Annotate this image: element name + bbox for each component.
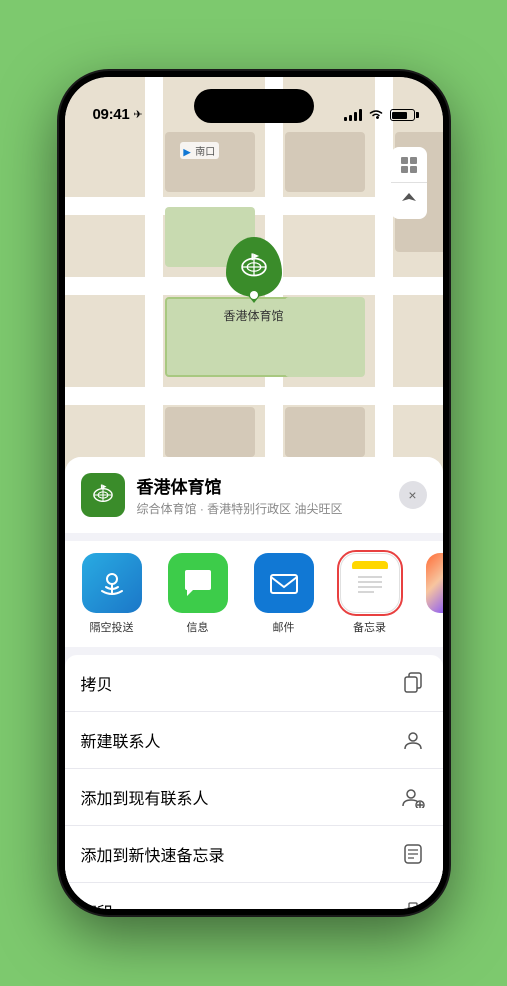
status-icons xyxy=(344,107,415,123)
print-icon xyxy=(399,897,427,909)
map-block xyxy=(165,407,255,457)
map-controls xyxy=(391,147,427,219)
map-label-south: ▶ 南口 xyxy=(180,142,220,159)
signal-bar-3 xyxy=(354,112,357,121)
location-icon-bg xyxy=(81,473,125,517)
share-item-notes[interactable]: 备忘录 xyxy=(335,553,405,635)
share-item-messages[interactable]: 信息 xyxy=(163,553,233,635)
map-type-button[interactable] xyxy=(391,147,427,183)
battery-icon xyxy=(390,109,415,121)
dynamic-island xyxy=(194,89,314,123)
map-block xyxy=(285,407,365,457)
location-icon: ✈ xyxy=(133,108,142,121)
battery-fill xyxy=(392,112,407,119)
status-time: 09:41 xyxy=(93,106,130,123)
location-name: 香港体育馆 xyxy=(137,473,387,498)
pin-dot xyxy=(249,291,257,299)
airdrop-label: 隔空投送 xyxy=(90,619,134,635)
map-block xyxy=(285,297,365,377)
location-stadium-icon xyxy=(89,481,117,509)
pin-label: 香港体育馆 xyxy=(223,307,283,324)
share-item-more[interactable]: 提 xyxy=(421,553,443,635)
copy-label: 拷贝 xyxy=(81,671,113,695)
location-info: 香港体育馆 综合体育馆 · 香港特别行政区 油尖旺区 xyxy=(137,473,387,517)
new-contact-label: 新建联系人 xyxy=(81,728,161,752)
person-add-icon xyxy=(399,783,427,811)
close-button[interactable]: × xyxy=(399,481,427,509)
share-item-mail[interactable]: 邮件 xyxy=(249,553,319,635)
pin-icon-bg xyxy=(225,237,281,297)
wifi-icon xyxy=(368,107,384,123)
more-icon xyxy=(426,553,443,613)
airdrop-icon xyxy=(82,553,142,613)
action-copy[interactable]: 拷贝 xyxy=(65,655,443,712)
phone-frame: 09:41 ✈ xyxy=(59,71,449,915)
mail-label: 邮件 xyxy=(273,619,295,635)
person-icon xyxy=(399,726,427,754)
location-card: 香港体育馆 综合体育馆 · 香港特别行政区 油尖旺区 × xyxy=(65,457,443,533)
label-icon: ▶ xyxy=(184,147,191,157)
action-add-note[interactable]: 添加到新快速备忘录 xyxy=(65,826,443,883)
stadium-pin: 香港体育馆 xyxy=(223,237,283,324)
action-list: 拷贝 新建联系人 xyxy=(65,655,443,909)
print-label: 打印 xyxy=(81,899,113,909)
action-print[interactable]: 打印 xyxy=(65,883,443,909)
map-block xyxy=(165,132,255,192)
signal-bar-4 xyxy=(359,109,362,121)
location-button[interactable] xyxy=(391,183,427,219)
copy-icon xyxy=(399,669,427,697)
messages-icon xyxy=(168,553,228,613)
stadium-svg xyxy=(236,250,270,284)
share-row: 隔空投送 信息 xyxy=(65,541,443,647)
mail-icon xyxy=(254,553,314,613)
add-note-label: 添加到新快速备忘录 xyxy=(81,842,225,866)
action-new-contact[interactable]: 新建联系人 xyxy=(65,712,443,769)
map-block xyxy=(285,132,365,192)
bottom-sheet: 香港体育馆 综合体育馆 · 香港特别行政区 油尖旺区 × xyxy=(65,457,443,909)
location-desc: 综合体育馆 · 香港特别行政区 油尖旺区 xyxy=(137,500,387,517)
action-add-existing[interactable]: 添加到现有联系人 xyxy=(65,769,443,826)
phone-screen: 09:41 ✈ xyxy=(65,77,443,909)
note-icon xyxy=(399,840,427,868)
share-item-airdrop[interactable]: 隔空投送 xyxy=(77,553,147,635)
signal-bar-2 xyxy=(349,115,352,121)
south-label-text: 南口 xyxy=(195,147,215,158)
signal-bars xyxy=(344,109,362,121)
signal-bar-1 xyxy=(344,117,347,121)
notes-label: 备忘录 xyxy=(353,619,386,635)
notes-icon xyxy=(340,553,400,613)
messages-label: 信息 xyxy=(187,619,209,635)
add-existing-label: 添加到现有联系人 xyxy=(81,785,209,809)
